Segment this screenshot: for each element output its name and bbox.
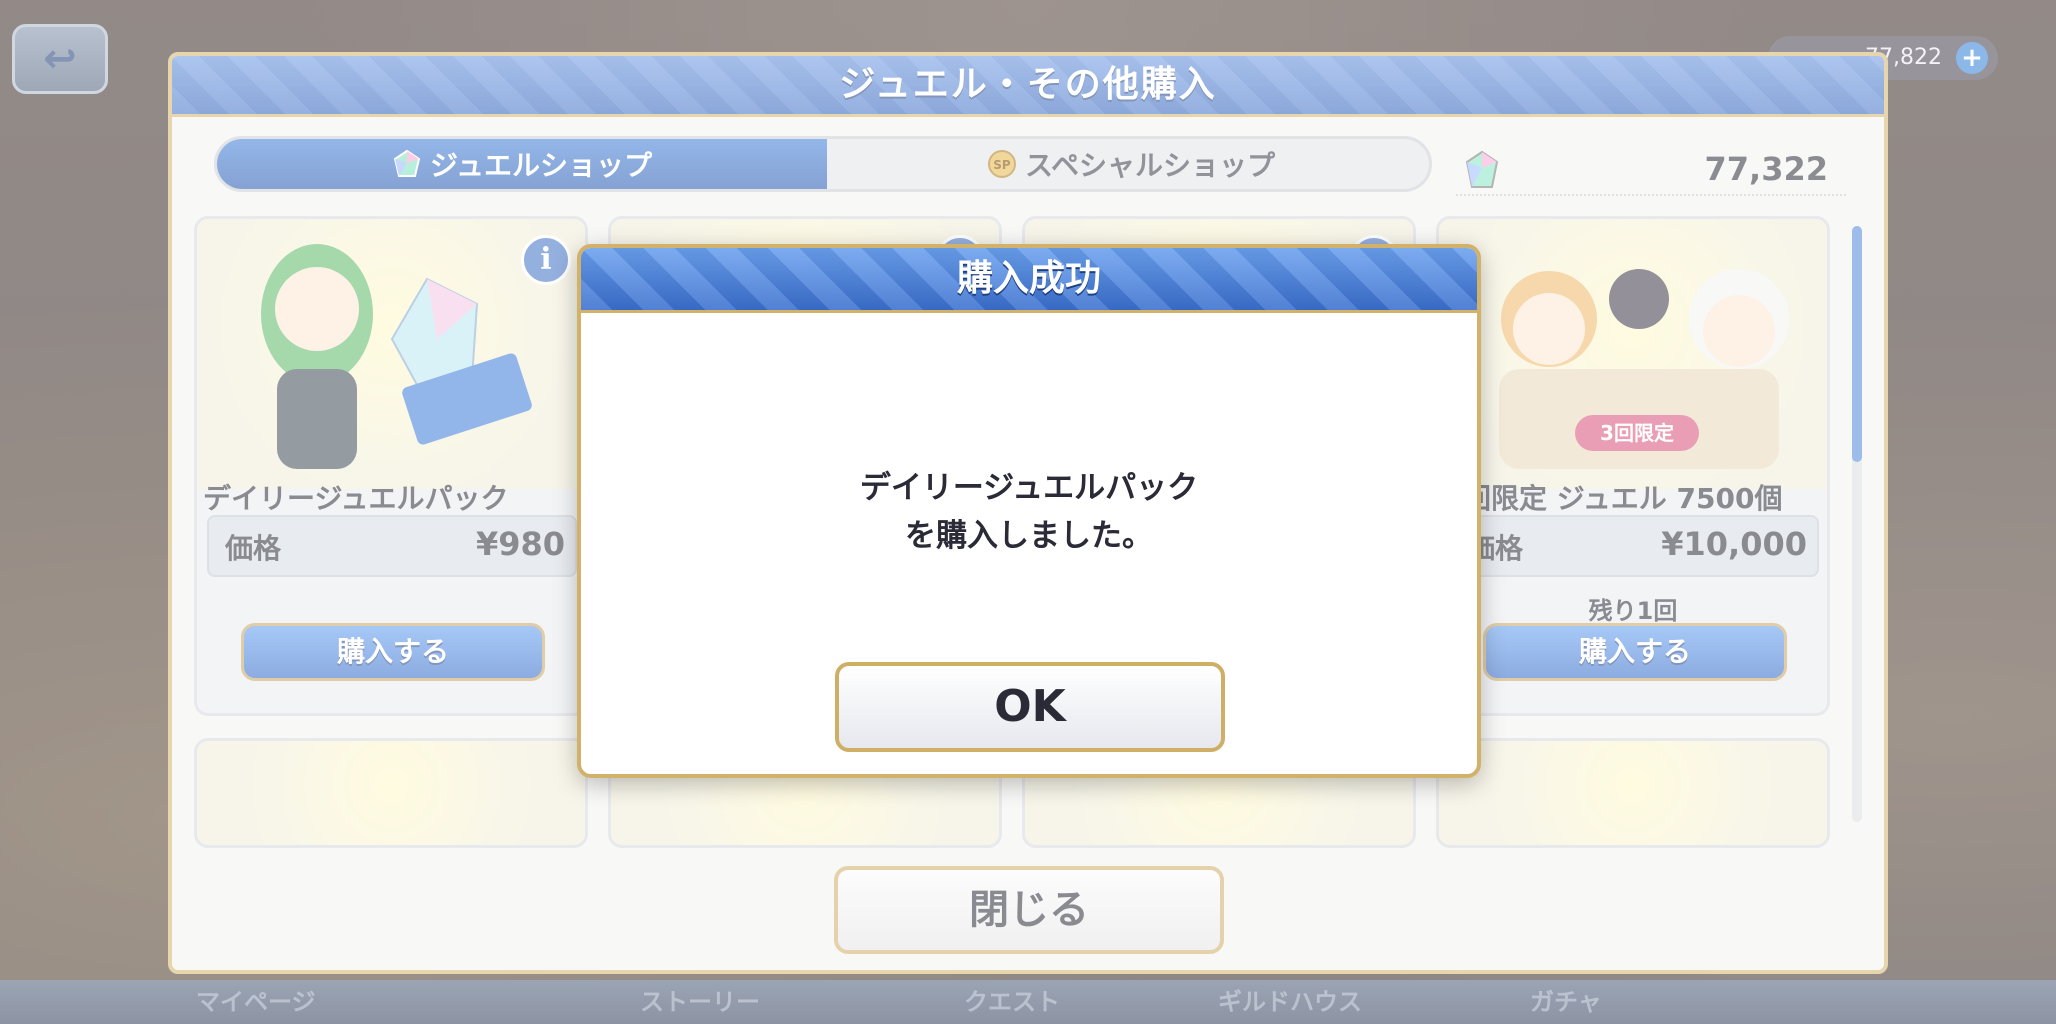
dialog-title: 購入成功 xyxy=(956,258,1101,299)
dialog-titlebar: 購入成功 xyxy=(581,248,1477,313)
dialog-message-line1: デイリージュエルパック xyxy=(859,470,1199,506)
ok-button[interactable]: OK xyxy=(835,662,1225,752)
dialog-message-line2: を購入しました。 xyxy=(905,518,1153,554)
purchase-success-dialog: 購入成功 デイリージュエルパック を購入しました。 OK xyxy=(577,244,1481,778)
